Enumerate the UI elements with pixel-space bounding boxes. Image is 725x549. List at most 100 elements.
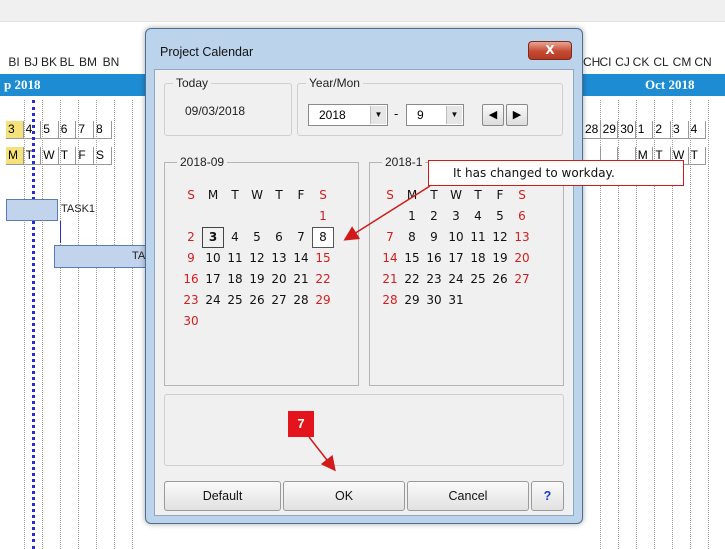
weekday-header: T: [474, 188, 482, 202]
day-cell[interactable]: 26: [489, 269, 511, 290]
step-number-badge: 7: [288, 411, 314, 437]
chevron-down-icon[interactable]: ▼: [370, 106, 386, 124]
today-value: 09/03/2018: [185, 104, 246, 118]
day-cell[interactable]: 12: [246, 248, 268, 269]
day-cell: 6: [58, 121, 77, 139]
today-day-cell[interactable]: 3: [202, 227, 224, 248]
column-header[interactable]: CJ: [614, 55, 631, 69]
day-cell[interactable]: 4: [467, 206, 489, 227]
day-cell[interactable]: 29: [401, 290, 423, 311]
day-cell[interactable]: 15: [401, 248, 423, 269]
day-cell[interactable]: 3: [445, 206, 467, 227]
day-cell[interactable]: 26: [246, 290, 268, 311]
column-header[interactable]: CI: [597, 55, 614, 69]
column-header[interactable]: BK: [40, 55, 58, 69]
day-cell[interactable]: 4: [224, 227, 246, 248]
cancel-button[interactable]: Cancel: [407, 481, 529, 511]
month-select[interactable]: 9 ▼: [406, 104, 464, 126]
day-cell[interactable]: 2: [180, 227, 202, 248]
day-cell[interactable]: 17: [445, 248, 467, 269]
day-cell[interactable]: 30: [423, 290, 445, 311]
day-cell[interactable]: 16: [180, 269, 202, 290]
day-cell: [246, 206, 268, 227]
default-button[interactable]: Default: [164, 481, 281, 511]
day-cell[interactable]: 19: [246, 269, 268, 290]
day-cell[interactable]: 23: [423, 269, 445, 290]
weekday-header: T: [231, 188, 239, 202]
day-cell[interactable]: 14: [379, 248, 401, 269]
day-cell[interactable]: 28: [379, 290, 401, 311]
day-cell[interactable]: 21: [379, 269, 401, 290]
day-cell[interactable]: 2: [423, 206, 445, 227]
day-cell[interactable]: 13: [268, 248, 290, 269]
day-cell[interactable]: 14: [290, 248, 312, 269]
day-cell[interactable]: 22: [312, 269, 334, 290]
day-cell[interactable]: 8: [401, 227, 423, 248]
day-cell[interactable]: 27: [511, 269, 533, 290]
changed-workday-cell[interactable]: 8: [312, 227, 334, 248]
prev-month-button[interactable]: ◀: [482, 104, 504, 126]
help-button[interactable]: ?: [531, 481, 564, 511]
day-cell[interactable]: 24: [445, 269, 467, 290]
day-cell: [511, 290, 533, 311]
day-cell[interactable]: 25: [467, 269, 489, 290]
day-cell[interactable]: 20: [511, 248, 533, 269]
day-cell[interactable]: 24: [202, 290, 224, 311]
chevron-down-icon[interactable]: ▼: [446, 106, 462, 124]
day-cell[interactable]: 27: [268, 290, 290, 311]
day-cell[interactable]: 21: [290, 269, 312, 290]
day-cell[interactable]: 7: [290, 227, 312, 248]
day-cell: 28: [583, 121, 601, 139]
day-cell[interactable]: 9: [423, 227, 445, 248]
weekday-header: S: [319, 188, 327, 202]
day-cell[interactable]: 1: [401, 206, 423, 227]
column-header[interactable]: BN: [100, 55, 122, 69]
day-cell[interactable]: 29: [312, 290, 334, 311]
column-header[interactable]: CL: [651, 55, 671, 69]
dialog-title: Project Calendar: [160, 45, 254, 59]
day-cell[interactable]: 22: [401, 269, 423, 290]
day-cell[interactable]: 12: [489, 227, 511, 248]
column-header[interactable]: CM: [671, 55, 693, 69]
day-cell[interactable]: 7: [379, 227, 401, 248]
column-header[interactable]: BM: [76, 55, 100, 69]
day-cell[interactable]: 30: [180, 311, 202, 332]
day-cell[interactable]: 13: [511, 227, 533, 248]
day-cell[interactable]: 20: [268, 269, 290, 290]
day-cell[interactable]: 6: [511, 206, 533, 227]
day-cell[interactable]: 5: [246, 227, 268, 248]
day-cell[interactable]: 9: [180, 248, 202, 269]
column-header[interactable]: BJ: [22, 55, 40, 69]
dow-cell: M: [6, 147, 24, 165]
day-cell[interactable]: 6: [268, 227, 290, 248]
day-cell[interactable]: 10: [445, 227, 467, 248]
day-cell[interactable]: 31: [445, 290, 467, 311]
day-cell[interactable]: 25: [224, 290, 246, 311]
column-header[interactable]: BL: [58, 55, 76, 69]
close-button[interactable]: X: [528, 41, 572, 60]
day-cell[interactable]: 28: [290, 290, 312, 311]
column-header[interactable]: CN: [693, 55, 713, 69]
day-cell[interactable]: 5: [489, 206, 511, 227]
month-bar-right: Oct 2018: [583, 74, 725, 96]
year-select[interactable]: 2018 ▼: [308, 104, 388, 126]
next-month-button[interactable]: ▶: [506, 104, 528, 126]
day-cell[interactable]: 11: [224, 248, 246, 269]
day-cell[interactable]: 15: [312, 248, 334, 269]
day-cell[interactable]: 1: [312, 206, 334, 227]
ok-button[interactable]: OK: [283, 481, 405, 511]
day-cell[interactable]: 16: [423, 248, 445, 269]
close-icon: X: [545, 43, 555, 57]
day-cell[interactable]: 10: [202, 248, 224, 269]
column-header[interactable]: CH: [583, 55, 600, 69]
day-cell[interactable]: 18: [467, 248, 489, 269]
day-cell[interactable]: 19: [489, 248, 511, 269]
column-header[interactable]: BI: [6, 55, 22, 69]
task-bar[interactable]: [6, 199, 58, 221]
day-cell[interactable]: 11: [467, 227, 489, 248]
day-cell[interactable]: 23: [180, 290, 202, 311]
month-bar-left: p 2018: [0, 74, 146, 96]
day-cell[interactable]: 18: [224, 269, 246, 290]
column-header[interactable]: CK: [631, 55, 651, 69]
day-cell[interactable]: 17: [202, 269, 224, 290]
